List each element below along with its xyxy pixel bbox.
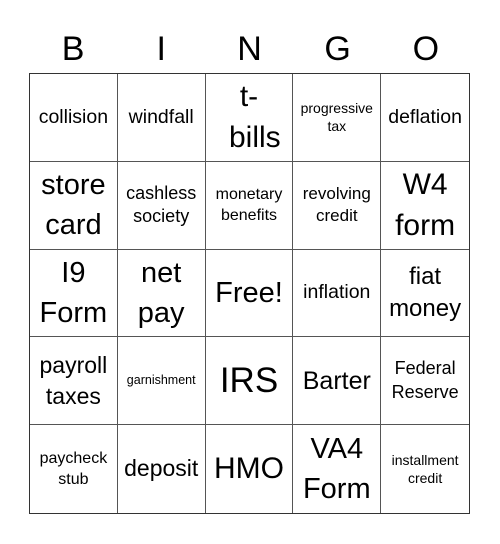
cell-text: Free! — [215, 276, 283, 309]
cell-text: revolving credit — [302, 184, 371, 226]
bingo-header: B I N G O — [29, 26, 470, 72]
cell-text: windfall — [128, 105, 194, 128]
bingo-cell[interactable]: cashless society — [117, 161, 206, 250]
bingo-cell[interactable]: Federal Reserve — [381, 337, 469, 426]
bingo-cell[interactable]: installment credit — [381, 425, 469, 513]
bingo-cell[interactable]: monetary benefits — [205, 161, 294, 250]
cell-text: cashless society — [126, 182, 197, 227]
bingo-cell[interactable]: progressive tax — [293, 74, 382, 162]
bingo-cell[interactable]: net pay — [117, 249, 206, 338]
cell-text: paycheck stub — [39, 449, 108, 489]
cell-text: store card — [41, 168, 106, 242]
cell-text: collision — [38, 105, 109, 128]
cell-text: monetary benefits — [215, 185, 283, 225]
bingo-cell[interactable]: collision — [30, 74, 118, 162]
header-letter-o: O — [412, 30, 440, 68]
bingo-cell[interactable]: revolving credit — [293, 161, 382, 250]
cell-text: net pay — [137, 256, 185, 329]
cell-text: Federal Reserve — [391, 358, 459, 402]
bingo-cell[interactable]: Barter — [293, 337, 382, 426]
bingo-cell[interactable]: HMO — [206, 425, 294, 513]
header-letter-b: B — [61, 30, 85, 68]
cell-text: IRS — [219, 360, 279, 400]
header-letter-g: G — [324, 30, 351, 68]
cell-text: installment credit — [391, 451, 459, 487]
bingo-cell[interactable]: IRS — [205, 337, 294, 426]
cell-text: fiat money — [389, 262, 462, 322]
header-letter-n: N — [237, 30, 262, 68]
bingo-cell[interactable]: paycheck stub — [30, 425, 118, 513]
cell-text: garnishment — [126, 372, 196, 387]
bingo-cell[interactable]: deflation — [381, 74, 469, 162]
cell-text: Barter — [302, 366, 371, 395]
bingo-cell[interactable]: payroll taxes — [30, 337, 118, 426]
cell-text: deflation — [388, 105, 462, 128]
cell-text: I9 Form — [39, 256, 108, 329]
cell-text: inflation — [303, 281, 371, 304]
bingo-cell[interactable]: inflation — [293, 249, 382, 338]
bingo-cell[interactable]: deposit — [118, 425, 206, 513]
free-space[interactable]: Free! — [205, 249, 294, 338]
bingo-cell[interactable]: VA4 Form — [293, 425, 382, 513]
bingo-cell[interactable]: fiat money — [381, 250, 469, 338]
cell-text: HMO — [213, 452, 284, 486]
header-letter-i: I — [156, 30, 166, 68]
cell-text: payroll taxes — [39, 351, 108, 409]
cell-text: W4 form — [395, 167, 456, 243]
cell-text: progressive tax — [300, 100, 373, 135]
cell-text: VA4 Form — [302, 433, 371, 506]
bingo-grid: collision windfall t-bills progressive t… — [29, 73, 470, 514]
bingo-cell[interactable]: W4 form — [381, 162, 469, 250]
bingo-cell[interactable]: store card — [30, 161, 118, 250]
bingo-cell[interactable]: garnishment — [117, 337, 206, 426]
cell-text: t-bills — [228, 80, 281, 155]
bingo-cell[interactable]: windfall — [117, 74, 206, 162]
bingo-cell[interactable]: I9 Form — [30, 249, 118, 338]
bingo-cell[interactable]: t-bills — [205, 74, 294, 162]
cell-text: deposit — [124, 455, 199, 482]
